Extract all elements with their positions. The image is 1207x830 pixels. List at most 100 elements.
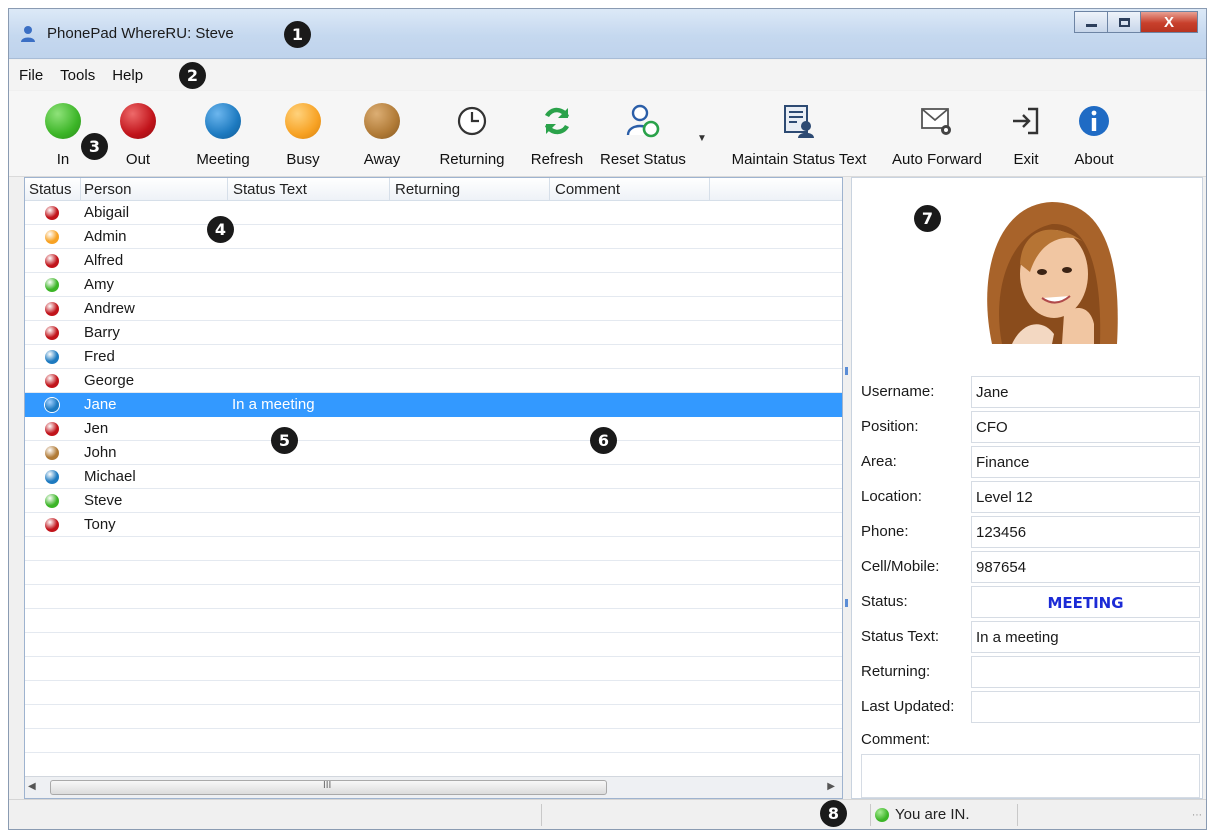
table-row[interactable]: Andrew bbox=[25, 297, 842, 321]
horizontal-scrollbar[interactable]: ◀ III ▶ bbox=[25, 776, 842, 798]
empty-row[interactable] bbox=[25, 753, 842, 777]
field-value[interactable]: 123456 bbox=[971, 516, 1200, 548]
out-button[interactable]: Out bbox=[116, 99, 160, 173]
person-name: Tony bbox=[84, 516, 116, 533]
table-row[interactable]: Alfred bbox=[25, 249, 842, 273]
field-label: Returning: bbox=[861, 663, 931, 680]
meeting-button[interactable]: Meeting bbox=[189, 99, 257, 173]
field-value[interactable]: Jane bbox=[971, 376, 1200, 408]
person-name: Michael bbox=[84, 468, 136, 485]
table-row[interactable]: George bbox=[25, 369, 842, 393]
status-bar-text: You are IN. bbox=[895, 806, 970, 823]
status-dot-icon bbox=[45, 302, 59, 316]
minimize-button[interactable] bbox=[1074, 11, 1107, 33]
auto-forward-icon bbox=[921, 108, 951, 135]
table-row[interactable]: Amy bbox=[25, 273, 842, 297]
field-value[interactable]: CFO bbox=[971, 411, 1200, 443]
status-dot-icon bbox=[45, 254, 59, 268]
exit-button[interactable]: Exit bbox=[1006, 99, 1046, 173]
table-row[interactable]: Fred bbox=[25, 345, 842, 369]
maintain-status-text-label: Maintain Status Text bbox=[731, 151, 867, 168]
table-row[interactable]: Abigail bbox=[25, 201, 842, 225]
comment-field[interactable] bbox=[861, 754, 1200, 798]
table-row[interactable]: Michael bbox=[25, 465, 842, 489]
status-dot-icon bbox=[45, 398, 59, 412]
column-status[interactable]: Status bbox=[29, 181, 72, 198]
status-dot-icon bbox=[45, 518, 59, 532]
away-button[interactable]: Away bbox=[358, 99, 406, 173]
empty-row[interactable] bbox=[25, 561, 842, 585]
app-person-icon bbox=[21, 26, 35, 42]
about-button[interactable]: About bbox=[1068, 99, 1120, 173]
close-icon: X bbox=[1163, 13, 1174, 31]
in-label: In bbox=[56, 151, 70, 168]
column-status-text[interactable]: Status Text bbox=[233, 181, 307, 198]
callout-marker: 3 bbox=[81, 133, 108, 160]
column-returning[interactable]: Returning bbox=[395, 181, 460, 198]
empty-row[interactable] bbox=[25, 609, 842, 633]
resize-grip-icon[interactable]: ⋯ bbox=[1192, 810, 1202, 821]
empty-row[interactable] bbox=[25, 657, 842, 681]
column-comment[interactable]: Comment bbox=[555, 181, 620, 198]
person-name: Jen bbox=[84, 420, 109, 437]
menu-tools[interactable]: Tools bbox=[60, 67, 95, 84]
field-value[interactable]: 987654 bbox=[971, 551, 1200, 583]
empty-row[interactable] bbox=[25, 729, 842, 753]
field-value[interactable]: In a meeting bbox=[971, 621, 1200, 653]
scroll-left-icon[interactable]: ◀ bbox=[28, 781, 36, 792]
column-person[interactable]: Person bbox=[84, 181, 132, 198]
empty-row[interactable] bbox=[25, 585, 842, 609]
status-dot-icon bbox=[45, 446, 59, 460]
field-value[interactable]: MEETING bbox=[971, 586, 1200, 618]
callout-marker: 7 bbox=[914, 205, 941, 232]
clock-icon bbox=[457, 106, 487, 136]
person-name: Steve bbox=[84, 492, 123, 509]
empty-row[interactable] bbox=[25, 633, 842, 657]
person-list: Status Person Status Text Returning Comm… bbox=[24, 177, 843, 799]
person-name: Amy bbox=[84, 276, 114, 293]
away-label: Away bbox=[363, 151, 401, 168]
table-row[interactable]: Jen bbox=[25, 417, 842, 441]
comment-label: Comment: bbox=[861, 731, 931, 748]
panel-splitter[interactable] bbox=[843, 177, 850, 799]
orange-ball-icon bbox=[285, 103, 321, 139]
busy-button[interactable]: Busy bbox=[281, 99, 325, 173]
field-value[interactable]: Finance bbox=[971, 446, 1200, 478]
scroll-right-icon[interactable]: ▶ bbox=[827, 781, 835, 792]
field-value[interactable]: Level 12 bbox=[971, 481, 1200, 513]
status-dot-icon bbox=[45, 422, 59, 436]
field-value[interactable] bbox=[971, 691, 1200, 723]
returning-button[interactable]: Returning bbox=[433, 99, 511, 173]
person-name: George bbox=[84, 372, 135, 389]
maintain-status-text-icon bbox=[784, 105, 814, 138]
refresh-button[interactable]: Refresh bbox=[527, 99, 587, 173]
reset-status-button[interactable]: Reset Status bbox=[595, 99, 691, 173]
in-button[interactable]: In bbox=[41, 99, 85, 173]
maintain-status-text-button[interactable]: Maintain Status Text bbox=[722, 99, 876, 173]
table-row[interactable]: Steve bbox=[25, 489, 842, 513]
status-dot-icon bbox=[45, 350, 59, 364]
toolbar: In Out Meeting Busy Away Returning Refre… bbox=[9, 91, 1206, 177]
field-value[interactable] bbox=[971, 656, 1200, 688]
scrollbar-thumb[interactable]: III bbox=[50, 780, 607, 795]
person-name: John bbox=[84, 444, 117, 461]
scrollbar-grip: III bbox=[323, 780, 332, 791]
empty-row[interactable] bbox=[25, 681, 842, 705]
auto-forward-button[interactable]: Auto Forward bbox=[885, 99, 989, 173]
exit-label: Exit bbox=[1013, 151, 1039, 168]
table-row[interactable]: Jane In a meeting bbox=[25, 393, 842, 417]
maximize-button[interactable] bbox=[1107, 11, 1140, 33]
title-bar[interactable]: PhonePad WhereRU: Steve X bbox=[9, 9, 1206, 59]
reset-status-dropdown-icon[interactable]: ▼ bbox=[697, 133, 707, 144]
empty-row[interactable] bbox=[25, 705, 842, 729]
field-label: Last Updated: bbox=[861, 698, 955, 715]
table-row[interactable]: John bbox=[25, 441, 842, 465]
table-row[interactable]: Tony bbox=[25, 513, 842, 537]
menu-help[interactable]: Help bbox=[112, 67, 143, 84]
busy-label: Busy bbox=[286, 151, 320, 168]
table-row[interactable]: Admin bbox=[25, 225, 842, 249]
menu-file[interactable]: File bbox=[19, 67, 43, 84]
table-row[interactable]: Barry bbox=[25, 321, 842, 345]
empty-row[interactable] bbox=[25, 537, 842, 561]
close-button[interactable]: X bbox=[1140, 11, 1198, 33]
